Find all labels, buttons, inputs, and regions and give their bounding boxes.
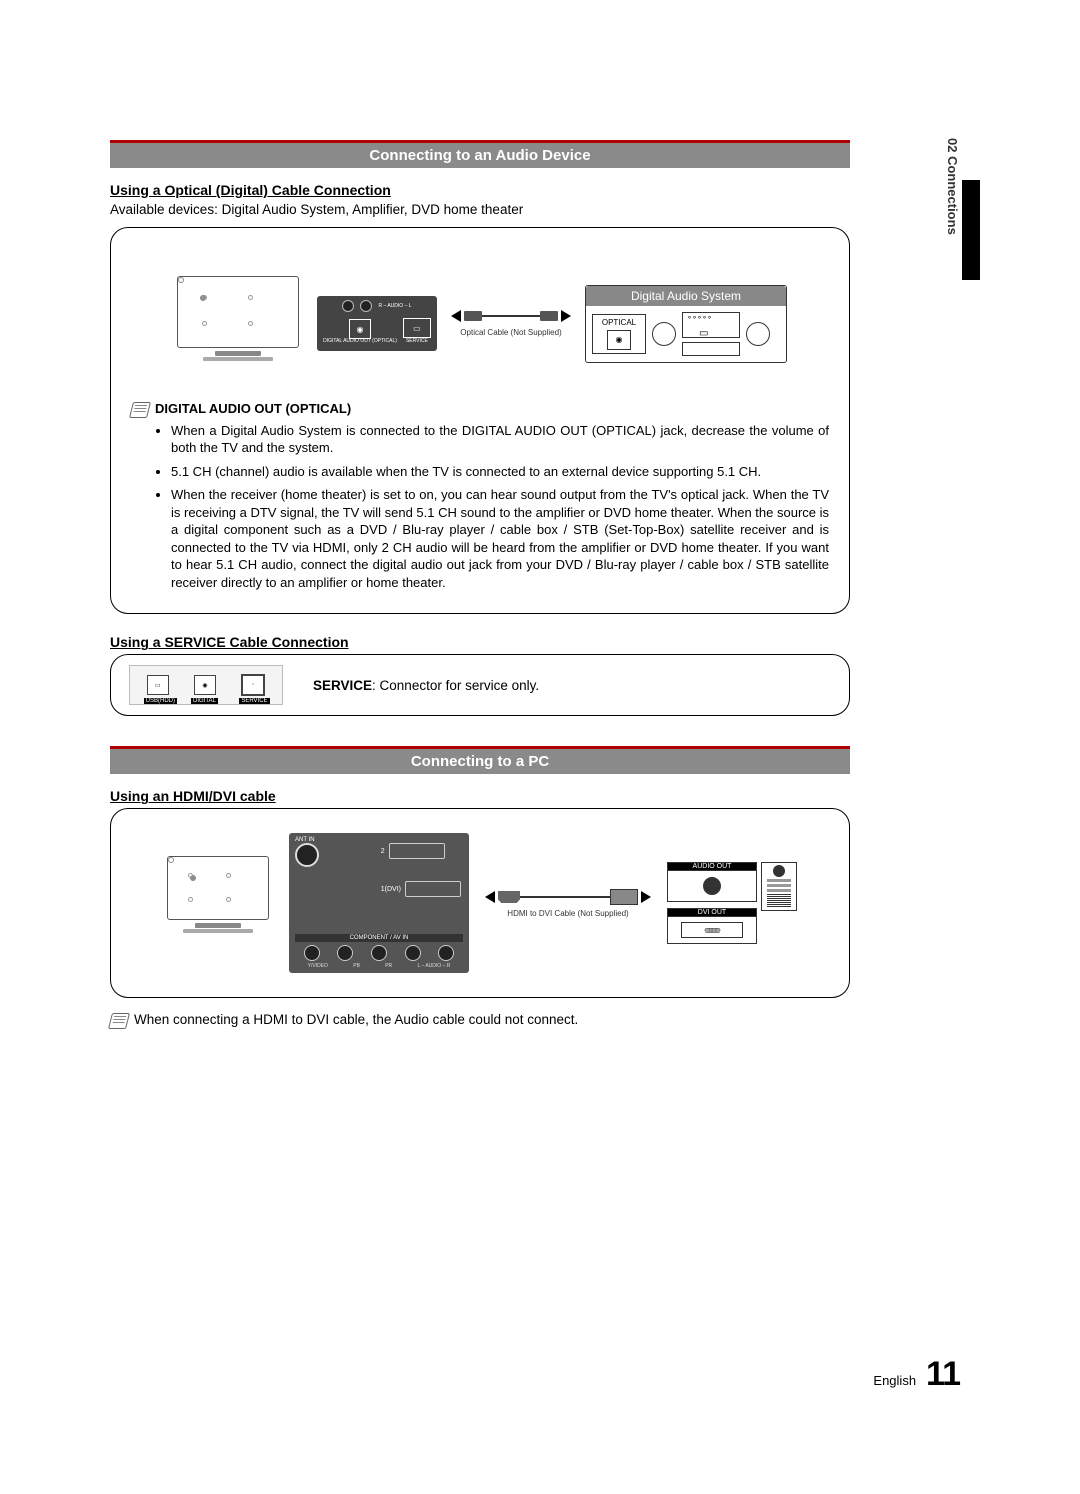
optical-bullets: When a Digital Audio System is connected… [131,422,829,592]
service-port-highlight-icon: ◦SERVICE [241,674,265,696]
speaker-right-icon [746,322,770,346]
side-black-bar [962,180,980,280]
digital-audio-system-icon: Digital Audio System OPTICAL ◉ [585,285,787,363]
pc-icon: AUDIO OUT DVI OUT ◦▥▥▥◦ [667,862,797,944]
component-bar: COMPONENT / AV IN Y/VIDEO PB PR [295,934,463,969]
subheading-optical: Using a Optical (Digital) Cable Connecti… [110,182,850,198]
audio-jack-label: R – AUDIO – L [378,303,411,309]
ant-in-area: ANT IN [295,837,319,867]
speaker-left-icon [652,322,676,346]
comp-jack-icon [438,945,454,961]
pc-dvi-out-label: DVI OUT [667,908,757,917]
service-port-panel-icon: ▭USB(HDD) ◉DIGITAL ◦SERVICE [129,665,283,705]
section-header-pc: Connecting to a PC [110,746,850,774]
optical-cable-caption: Optical Cable (Not Supplied) [460,328,561,337]
comp-sub-2: PR [385,963,392,969]
hdmi-dvi-cable-icon: HDMI to DVI Cable (Not Supplied) [485,889,651,918]
section-header-audio: Connecting to an Audio Device [110,140,850,168]
hdmi-dvi-cable-caption: HDMI to DVI Cable (Not Supplied) [507,909,628,918]
note-heading-text: DIGITAL AUDIO OUT (OPTICAL) [155,401,351,416]
optical-port-icon: ◉ [349,319,371,339]
main-content: Connecting to an Audio Device Using a Op… [110,140,850,1029]
optical-label: OPTICAL [597,318,641,327]
service-text-span: Connector for service only. [380,678,540,693]
pc-audio-out-label: AUDIO OUT [667,862,757,871]
ant-in-label: ANT IN [295,837,319,843]
page-footer: English 11 [873,1355,960,1394]
component-label: COMPONENT / AV IN [295,934,463,942]
antenna-port-icon [295,843,319,867]
hdmi-plug-icon [498,891,520,903]
subheading-service: Using a SERVICE Cable Connection [110,634,850,650]
comp-sub-1: PB [353,963,360,969]
hdmi-1-slot-icon [405,881,461,897]
digital-audio-out-label: DIGITAL AUDIO OUT (OPTICAL) [323,339,397,344]
pc-note-line: When connecting a HDMI to DVI cable, the… [110,1012,850,1028]
pc-audio-jack-icon [703,877,721,895]
comp-jack-icon [337,945,353,961]
bullet-3: When the receiver (home theater) is set … [171,486,829,591]
comp-jack-icon [371,945,387,961]
subheading-hdmi-dvi: Using an HDMI/DVI cable [110,788,850,804]
note-icon [129,402,151,418]
bullet-1: When a Digital Audio System is connected… [171,422,829,457]
digital-port-icon: ◉DIGITAL [194,675,216,695]
audio-diagram-box: R – AUDIO – L ◉ DIGITAL AUDIO OUT (OPTIC… [110,227,850,614]
service-label: SERVICE [239,698,269,704]
pc-dvi-port-icon: ◦▥▥▥◦ [681,922,743,938]
footer-language: English [873,1373,916,1388]
stereo-base-icon [682,342,740,356]
available-devices-text: Available devices: Digital Audio System,… [110,202,850,217]
pc-note-text: When connecting a HDMI to DVI cable, the… [134,1012,578,1027]
optical-box: OPTICAL ◉ [592,314,646,354]
comp-sub-0: Y/VIDEO [308,963,328,969]
footer-page-number: 11 [926,1355,960,1394]
hdmi-1-dvi-label: 1(DVI) [381,886,401,893]
comp-jack-icon [304,945,320,961]
usb-port-icon: ▭USB(HDD) [147,675,169,695]
service-text: SERVICE: Connector for service only. [313,678,539,693]
hdmi-2-slot-icon [389,843,445,859]
arrow-right-icon [641,891,651,903]
dvi-plug-icon [610,889,638,905]
usb-label: USB(HDD) [144,698,177,704]
stereo-unit-icon [682,312,740,338]
comp-jack-icon [405,945,421,961]
arrow-left-icon [485,891,495,903]
pc-diagram-box: ANT IN 2 1(DVI) COMPONENT / AV IN [110,808,850,998]
audio-system-title: Digital Audio System [586,286,786,306]
bullet-2: 5.1 CH (channel) audio is available when… [171,463,829,481]
hdmi-2-label: 2 [381,848,385,855]
tv-icon-2 [163,856,273,951]
hdmi-area: 2 1(DVI) [381,839,461,901]
comp-sub-3: L – AUDIO – R [417,963,450,969]
service-port-label: SERVICE [403,338,431,344]
tv-icon [173,276,303,371]
tv-back-panel-icon: R – AUDIO – L ◉ DIGITAL AUDIO OUT (OPTIC… [317,296,437,351]
optical-cable-icon: Optical Cable (Not Supplied) [451,310,571,337]
side-tab: 02 Connections [932,138,960,278]
note-heading-optical: DIGITAL AUDIO OUT (OPTICAL) [131,401,829,418]
service-port-icon: ▭ [403,318,431,338]
tv-back-panel-icon-2: ANT IN 2 1(DVI) COMPONENT / AV IN [289,833,469,973]
note-icon [108,1013,130,1029]
service-diagram-box: ▭USB(HDD) ◉DIGITAL ◦SERVICE SERVICE: Con… [110,654,850,716]
digital-label: DIGITAL [191,698,218,704]
pc-tower-icon [761,862,797,911]
